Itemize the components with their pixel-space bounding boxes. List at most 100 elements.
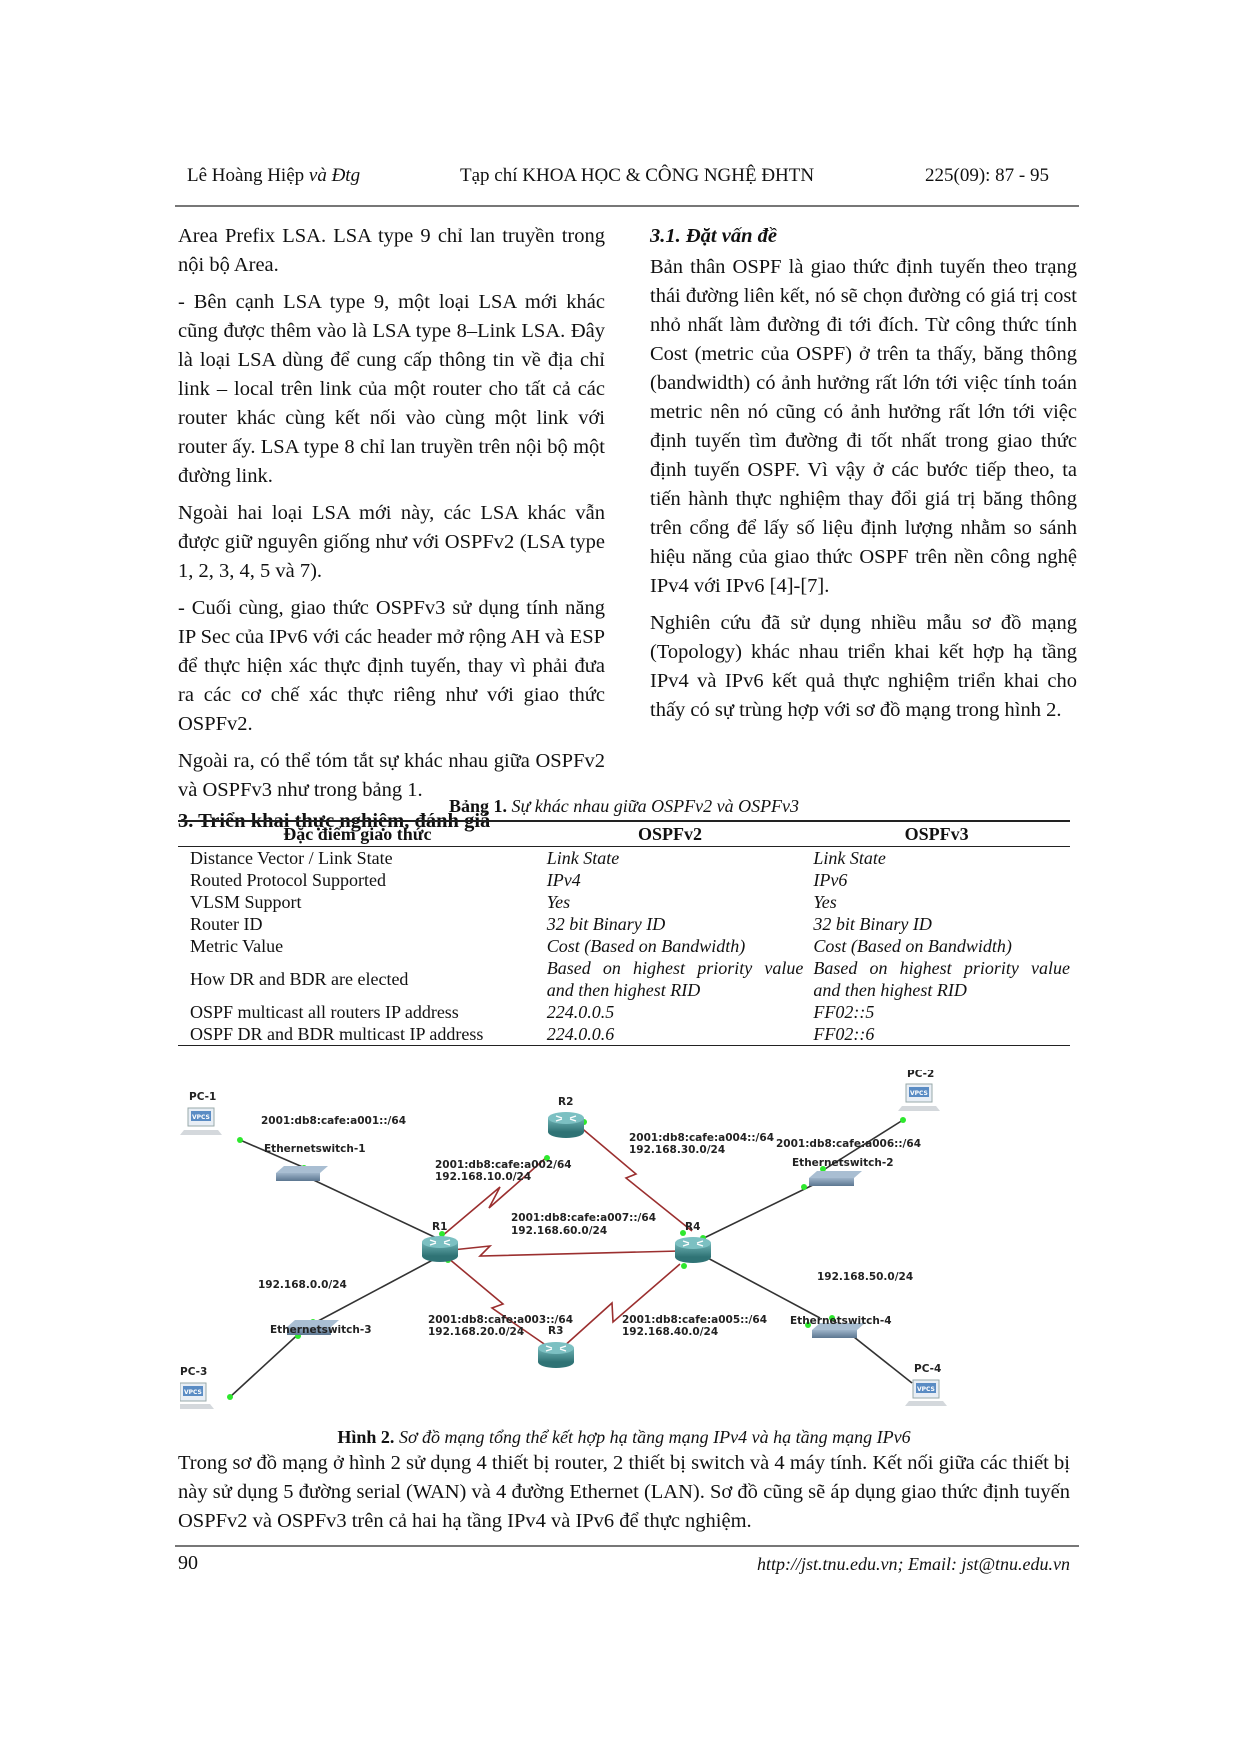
table-cell: How DR and BDR are elected bbox=[190, 969, 409, 989]
subsection-heading: 3.1. Đặt vấn đề bbox=[650, 225, 777, 247]
pc-label: PC-3 bbox=[180, 1366, 207, 1378]
subnet-label: 192.168.30.0/24 bbox=[629, 1144, 725, 1156]
table-cell: Based on highest priority value and then… bbox=[546, 958, 804, 1000]
table-cell: Cost (Based on Bandwidth) bbox=[813, 936, 1012, 956]
left-column: Area Prefix LSA. LSA type 9 chỉ lan truy… bbox=[178, 222, 605, 836]
pc-badge: VPCS bbox=[917, 1386, 935, 1393]
paragraph: Bản thân OSPF là giao thức định tuyến th… bbox=[650, 256, 1077, 597]
paragraph: Area Prefix LSA. LSA type 9 chỉ lan truy… bbox=[178, 225, 605, 276]
table-cell: Link State bbox=[546, 848, 620, 868]
table-cell: 224.0.0.6 bbox=[536, 1023, 804, 1046]
subnet-label: 192.168.40.0/24 bbox=[622, 1326, 718, 1338]
subnet-label: 2001:db8:cafe:a007::/64 bbox=[511, 1212, 656, 1224]
footer-divider bbox=[175, 1545, 1079, 1547]
link-sw1-r1 bbox=[304, 1175, 446, 1243]
running-header-volume: 225(09): 87 - 95 bbox=[925, 165, 1050, 186]
subnet-label: 2001:db8:cafe:a002/64 bbox=[435, 1159, 572, 1171]
router-r4[interactable]: R4 bbox=[675, 1221, 711, 1263]
router-label: R1 bbox=[432, 1221, 447, 1233]
table-cell: Distance Vector / Link State bbox=[190, 848, 393, 868]
pc-3[interactable]: VPCS PC-3 bbox=[180, 1366, 214, 1409]
subnet-label: 192.168.10.0/24 bbox=[435, 1171, 531, 1183]
column-header: OSPFv2 bbox=[536, 820, 804, 847]
router-r3[interactable]: R3 bbox=[538, 1325, 574, 1368]
pc-badge: VPCS bbox=[910, 1090, 928, 1097]
table-cell: Yes bbox=[813, 892, 837, 912]
running-header-author: Lê Hoàng Hiệp và Đtg bbox=[187, 165, 360, 187]
figure-caption-label: Hình 2. bbox=[337, 1427, 395, 1447]
pc-label: PC-2 bbox=[907, 1070, 934, 1080]
subnet-label: 2001:db8:cafe:a003::/64 bbox=[428, 1314, 573, 1326]
column-header: OSPFv3 bbox=[803, 820, 1070, 847]
table-caption-label: Bảng 1. bbox=[448, 796, 507, 816]
table-row: Routed Protocol Supported IPv4 IPv6 bbox=[178, 869, 1070, 891]
figure-caption: Hình 2. Sơ đồ mạng tổng thể kết hợp hạ t… bbox=[178, 1426, 1070, 1448]
pc-2[interactable]: VPCS PC-2 bbox=[898, 1070, 940, 1111]
comparison-table: Đặc điểm giao thức OSPFv2 OSPFv3 Distanc… bbox=[178, 820, 1070, 1046]
body-paragraph: Trong sơ đồ mạng ở hình 2 sử dụng 4 thiế… bbox=[178, 1452, 1070, 1532]
subnet-label: 2001:db8:cafe:a001::/64 bbox=[261, 1115, 406, 1127]
pc-badge: VPCS bbox=[192, 1114, 210, 1121]
switch-icon bbox=[812, 1330, 857, 1338]
subnet-label: 2001:db8:cafe:a005::/64 bbox=[622, 1314, 767, 1326]
switch-2[interactable]: Ethernetswitch-2 bbox=[792, 1157, 894, 1186]
subnet-label: 2001:db8:cafe:a006::/64 bbox=[776, 1138, 921, 1150]
table-cell: IPv4 bbox=[546, 870, 581, 890]
table-cell: Router ID bbox=[190, 914, 263, 934]
table-cell: Based on highest priority value and then… bbox=[813, 958, 1070, 1000]
table-cell: OSPF multicast all routers IP address bbox=[190, 1002, 459, 1022]
link-r1-sw3 bbox=[304, 1253, 445, 1329]
page-number: 90 bbox=[178, 1552, 198, 1574]
table-caption-text: Sự khác nhau giữa OSPFv2 và OSPFv3 bbox=[511, 796, 800, 816]
table-cell: IPv6 bbox=[813, 870, 848, 890]
switch-label: Ethernetswitch-2 bbox=[792, 1157, 894, 1169]
table-header-row: Đặc điểm giao thức OSPFv2 OSPFv3 bbox=[178, 820, 1070, 847]
table-cell: VLSM Support bbox=[190, 892, 302, 912]
table-row: Metric Value Cost (Based on Bandwidth) C… bbox=[178, 935, 1070, 957]
link-r1-r4 bbox=[451, 1244, 681, 1257]
right-column: 3.1. Đặt vấn đề Bản thân OSPF là giao th… bbox=[650, 222, 1077, 733]
footer-contact[interactable]: http://jst.tnu.edu.vn; Email: jst@tnu.ed… bbox=[757, 1554, 1070, 1575]
paragraph: Nghiên cứu đã sử dụng nhiều mẫu sơ đồ mạ… bbox=[650, 612, 1077, 721]
table-cell: FF02::5 bbox=[813, 1002, 875, 1022]
router-label: R4 bbox=[685, 1221, 700, 1233]
pc-1[interactable]: VPCS PC-1 bbox=[180, 1091, 222, 1135]
table-row: Distance Vector / Link State Link State … bbox=[178, 847, 1070, 870]
switch-4[interactable]: Ethernetswitch-4 bbox=[790, 1315, 892, 1338]
switch-label: Ethernetswitch-4 bbox=[790, 1315, 892, 1327]
link-r4-sw2 bbox=[703, 1182, 818, 1239]
table-row: VLSM Support Yes Yes bbox=[178, 891, 1070, 913]
table-cell: 32 bit Binary ID bbox=[813, 914, 932, 934]
table-cell: Metric Value bbox=[190, 936, 284, 956]
figure-caption-text: Sơ đồ mạng tổng thể kết hợp hạ tầng mạng… bbox=[398, 1427, 911, 1447]
table-cell: 32 bit Binary ID bbox=[546, 914, 666, 934]
header-divider bbox=[175, 205, 1079, 207]
author-name: Lê Hoàng Hiệp bbox=[187, 165, 305, 186]
table-cell: Link State bbox=[813, 848, 886, 868]
subnet-label: 192.168.50.0/24 bbox=[817, 1271, 913, 1283]
table-cell: Cost (Based on Bandwidth) bbox=[546, 936, 746, 956]
paragraph: - Bên cạnh LSA type 9, một loại LSA mới … bbox=[178, 291, 605, 487]
switch-3[interactable]: Ethernetswitch-3 bbox=[270, 1320, 372, 1336]
table-row: OSPF DR and BDR multicast IP address 224… bbox=[178, 1023, 1070, 1046]
subnet-label: 192.168.60.0/24 bbox=[511, 1225, 607, 1237]
table-row: OSPF multicast all routers IP address 22… bbox=[178, 1001, 1070, 1023]
subnet-label: 192.168.20.0/24 bbox=[428, 1326, 524, 1338]
router-label: R3 bbox=[548, 1325, 563, 1337]
router-label: R2 bbox=[558, 1096, 573, 1108]
table-cell: FF02::6 bbox=[803, 1023, 1070, 1046]
table-cell: Routed Protocol Supported bbox=[190, 870, 386, 890]
author-suffix: và Đtg bbox=[308, 165, 361, 186]
router-r2[interactable]: R2 bbox=[548, 1096, 584, 1138]
switch-icon bbox=[276, 1173, 320, 1181]
link-r4-sw4 bbox=[703, 1255, 821, 1319]
link-sw3-pc3 bbox=[229, 1327, 306, 1398]
table-cell: 224.0.0.5 bbox=[546, 1002, 615, 1022]
running-header-journal: Tạp chí KHOA HỌC & CÔNG NGHỆ ĐHTN bbox=[460, 165, 815, 186]
pc-label: PC-4 bbox=[914, 1363, 941, 1375]
pc-4[interactable]: VPCS PC-4 bbox=[905, 1363, 947, 1406]
subnet-label: 2001:db8:cafe:a004::/64 bbox=[629, 1132, 774, 1144]
table-caption: Bảng 1. Sự khác nhau giữa OSPFv2 và OSPF… bbox=[178, 795, 1070, 817]
pc-label: PC-1 bbox=[189, 1091, 216, 1103]
switch-1[interactable]: Ethernetswitch-1 bbox=[264, 1143, 366, 1181]
